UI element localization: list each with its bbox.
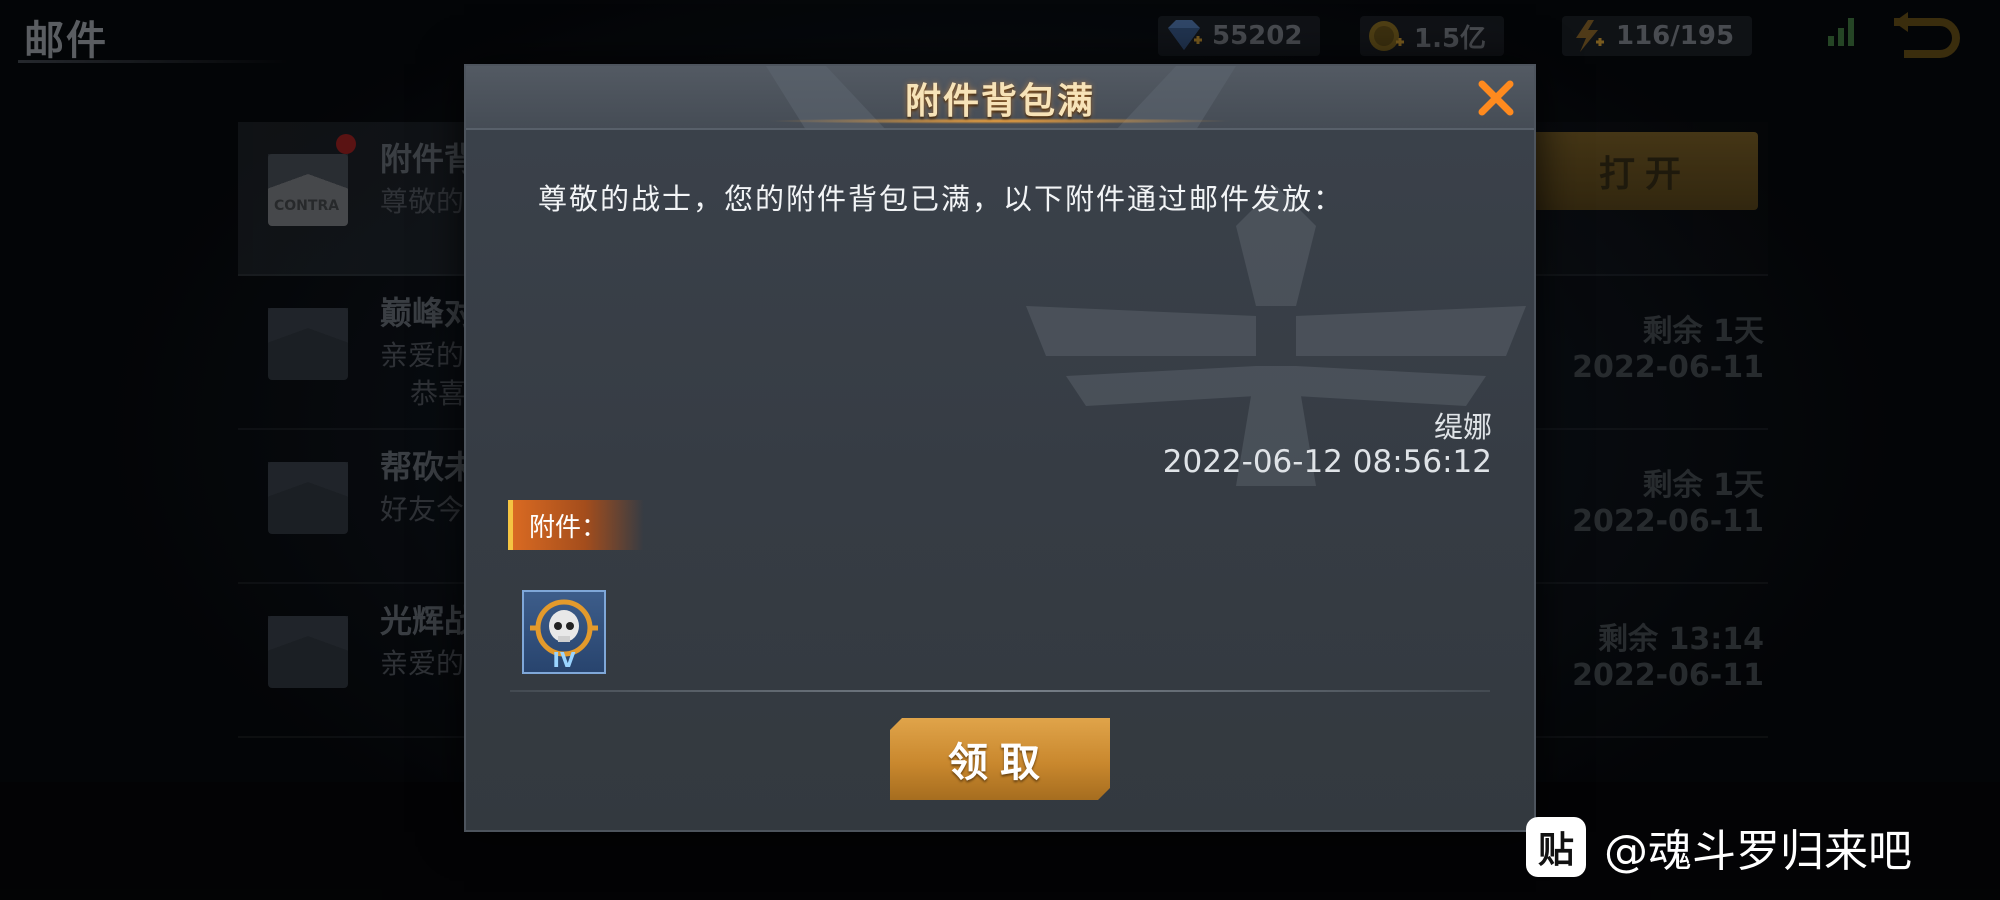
tieba-logo-icon: 贴	[1526, 817, 1586, 877]
mail-timestamp: 2022-06-12 08:56:12	[1162, 444, 1492, 480]
watermark-text: @魂斗罗归来吧	[1604, 826, 1912, 877]
claim-button[interactable]: 领取	[890, 718, 1110, 800]
watermark: 贴 @魂斗罗归来吧	[1526, 816, 1912, 878]
dialog-title: 附件背包满	[904, 81, 1095, 122]
attachment-label: 附件：	[508, 500, 644, 550]
dialog-header: 附件背包满	[466, 66, 1534, 130]
close-icon[interactable]	[1476, 78, 1516, 118]
dialog-message: 尊敬的战士，您的附件背包已满，以下附件通过邮件发放：	[538, 182, 1345, 216]
mail-sender: 缇娜	[1433, 410, 1492, 444]
attachment-full-dialog: 附件背包满 尊敬的战士，您的附件背包已满，以下附件通过邮件发放： 缇娜 2022…	[464, 64, 1536, 832]
dialog-divider	[510, 690, 1490, 692]
item-level: IV	[552, 648, 576, 672]
attachment-item[interactable]: IV	[522, 590, 606, 674]
